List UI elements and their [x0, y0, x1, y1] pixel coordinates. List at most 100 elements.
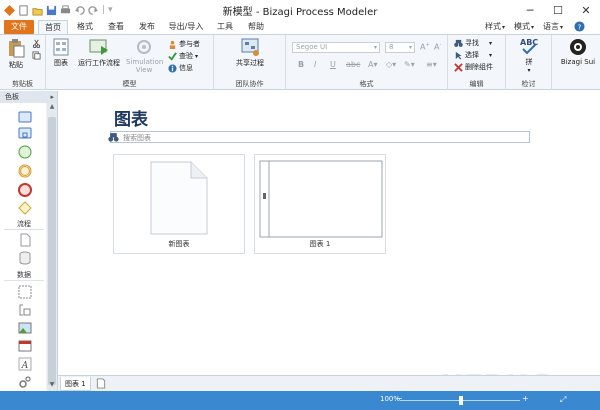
zoom-out-icon[interactable]: −	[396, 394, 403, 403]
style-menu[interactable]: 样式▾	[485, 20, 505, 34]
text-shape-icon[interactable]: A	[18, 357, 32, 371]
find-label: 寻找	[465, 39, 479, 47]
simulation-view-button[interactable]: Simulation View	[126, 38, 163, 74]
intermediate-event-icon[interactable]	[18, 164, 32, 178]
bold-icon[interactable]: B	[298, 60, 304, 69]
subprocess-shape-icon[interactable]	[18, 127, 32, 139]
align-icon[interactable]: ≡▾	[426, 60, 437, 69]
find-button[interactable]: 寻找 ▾	[454, 38, 492, 48]
grow-font-icon[interactable]: A+	[420, 42, 430, 52]
search-placeholder: 搜索图表	[123, 134, 151, 142]
card-caption: 图表 1	[309, 240, 331, 248]
maximize-button[interactable]: ☐	[544, 0, 572, 20]
italic-icon[interactable]: I	[314, 60, 316, 69]
select-label: 选择	[465, 51, 479, 59]
paste-button[interactable]: 粘贴	[4, 38, 28, 70]
fit-page-icon[interactable]: ⤢	[560, 395, 566, 405]
chevron-down-icon: ▾	[489, 39, 493, 47]
start-event-icon[interactable]	[18, 145, 32, 159]
scrollbar-thumb[interactable]	[48, 117, 56, 385]
tab-tools[interactable]: 工具	[212, 20, 238, 34]
tab-home[interactable]: 首页	[38, 20, 68, 34]
document-tab[interactable]: 图表 1	[60, 377, 91, 391]
help-icon: ?	[574, 21, 585, 32]
chevron-down-icon: ▾	[560, 24, 564, 31]
status-bar: 100% − + ⤢	[0, 391, 600, 410]
save-icon[interactable]	[46, 5, 57, 16]
scroll-down-icon[interactable]: ▼	[47, 381, 57, 391]
pin-icon[interactable]: ▸	[50, 91, 54, 103]
undo-icon[interactable]	[74, 5, 85, 16]
help-button[interactable]: ?	[574, 20, 592, 34]
fill-color-icon[interactable]: ◇▾	[386, 60, 396, 69]
end-event-icon[interactable]	[18, 183, 32, 197]
new-diagram-card[interactable]: 新图表	[113, 154, 245, 254]
task-shape-icon[interactable]	[18, 111, 32, 123]
scroll-up-icon[interactable]: ▲	[47, 103, 57, 113]
group-shape-icon[interactable]	[18, 285, 32, 299]
font-family-value: Segoe UI	[296, 43, 328, 51]
palette-scrollbar[interactable]: ▲ ▼	[47, 103, 57, 391]
open-icon[interactable]	[32, 5, 43, 16]
run-workflow-button[interactable]: 运行工作流程	[76, 38, 122, 68]
delete-component-label: 删除组件	[465, 63, 493, 71]
font-color-icon[interactable]: A▾	[368, 60, 378, 69]
mode-menu[interactable]: 模式▾	[514, 20, 534, 34]
cut-icon[interactable]	[32, 39, 41, 48]
check-label: 查验	[179, 52, 193, 60]
print-icon[interactable]	[60, 4, 71, 16]
tab-file[interactable]: 文件	[4, 20, 34, 34]
check-button[interactable]: 查验 ▾	[168, 51, 198, 61]
line-color-icon[interactable]: ✎▾	[404, 60, 415, 69]
strikethrough-icon[interactable]: abc	[346, 60, 360, 69]
image-shape-icon[interactable]	[18, 321, 32, 335]
tab-view[interactable]: 查看	[103, 20, 129, 34]
tab-format[interactable]: 格式	[72, 20, 98, 34]
font-size-select[interactable]: 8 ▾	[385, 42, 415, 53]
chevron-down-icon: ▾	[489, 51, 493, 59]
delete-icon	[454, 62, 463, 72]
info-label: 信息	[179, 64, 193, 72]
tab-help[interactable]: 帮助	[243, 20, 269, 34]
check-group: ABC 拼 ▾ 检讨	[506, 35, 552, 90]
header-shape-icon[interactable]	[18, 339, 32, 353]
bizagi-logo-icon	[570, 39, 586, 55]
zoom-in-icon[interactable]: +	[522, 394, 529, 403]
participants-button[interactable]: 参与者	[168, 39, 200, 49]
share-process-button[interactable]: 共享过程	[228, 38, 272, 68]
redo-icon[interactable]	[88, 5, 99, 16]
chevron-down-icon: ▾	[531, 24, 535, 31]
chevron-down-icon: ▾	[373, 44, 377, 51]
shrink-font-icon[interactable]: A-	[434, 42, 441, 52]
language-menu[interactable]: 语言▾	[543, 20, 563, 34]
select-button[interactable]: 选择 ▾	[454, 50, 492, 60]
zoom-slider-thumb[interactable]	[459, 396, 463, 405]
gateway-shape-icon[interactable]	[18, 201, 32, 215]
diagram-button[interactable]: 图表	[50, 38, 72, 68]
customize-toolbar-icon[interactable]: ▾	[108, 5, 113, 15]
bizagi-suite-button[interactable]: Bizagi Sui	[558, 38, 598, 66]
tab-publish[interactable]: 发布	[134, 20, 160, 34]
search-diagram-input[interactable]: 搜索图表	[108, 131, 530, 143]
tab-import-export[interactable]: 导出/导入	[165, 20, 207, 34]
annotation-shape-icon[interactable]	[18, 303, 32, 317]
clipboard-group-label: 剪贴板	[12, 80, 33, 88]
close-button[interactable]: ✕	[572, 0, 600, 20]
diagram-card[interactable]: 图表 1	[254, 154, 386, 254]
delete-component-button[interactable]: 删除组件	[454, 62, 493, 72]
data-store-icon[interactable]	[18, 251, 32, 265]
ribbon: 粘贴 剪贴板 图表 运行工作流程 Simulation View 参与者 查验 …	[0, 34, 600, 90]
font-size-value: 8	[389, 43, 394, 51]
underline-icon[interactable]: U	[330, 60, 336, 69]
info-button[interactable]: 信息	[168, 63, 193, 73]
data-object-icon[interactable]	[18, 233, 32, 247]
binoculars-icon	[108, 133, 119, 142]
font-family-select[interactable]: Segoe UI ▾	[292, 42, 380, 53]
settings-shape-icon[interactable]	[18, 375, 32, 389]
copy-icon[interactable]	[32, 51, 41, 60]
spell-check-button[interactable]: ABC 拼 ▾	[514, 37, 544, 74]
minimize-button[interactable]: ─	[516, 0, 544, 20]
model-group: 图表 运行工作流程 Simulation View 参与者 查验 ▾ 信息 模型	[46, 35, 214, 90]
new-icon[interactable]	[18, 4, 29, 16]
new-tab-icon[interactable]	[96, 378, 106, 389]
